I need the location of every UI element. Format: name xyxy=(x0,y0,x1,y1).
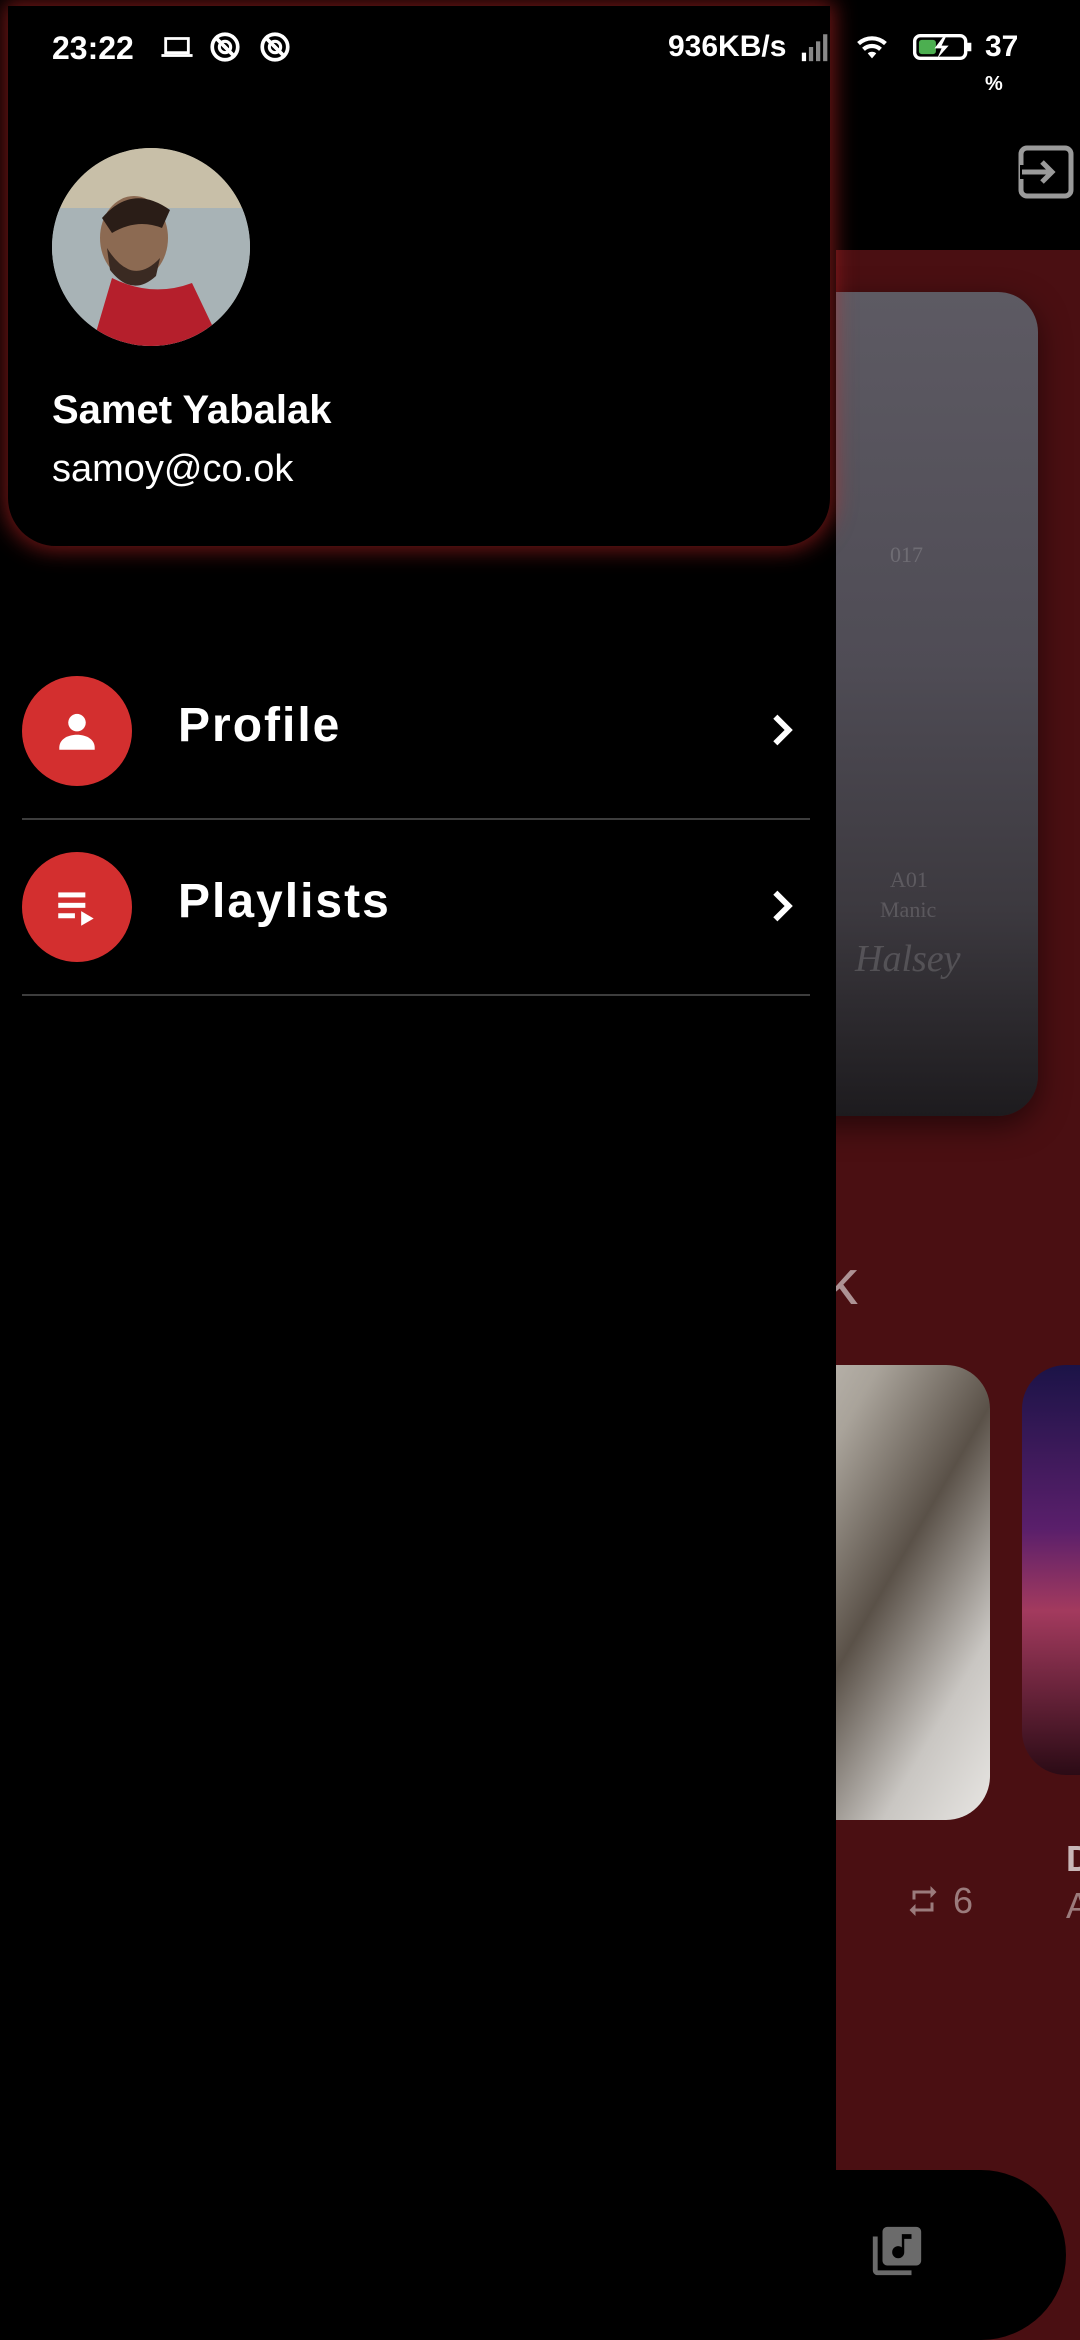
avatar-image xyxy=(52,148,250,346)
signal-icon xyxy=(801,34,828,62)
status-time: 23:22 xyxy=(52,30,134,66)
status-bar: 23:22 936KB/s 37 % xyxy=(0,0,1018,96)
song-thumbnail[interactable] xyxy=(1022,1365,1080,1775)
divider xyxy=(22,818,810,820)
divider xyxy=(22,994,810,996)
sync-disabled-icon xyxy=(210,32,240,62)
user-name: Samet Yabalak xyxy=(52,388,332,432)
menu-item-label: Profile xyxy=(178,699,342,752)
repeat-icon xyxy=(909,1886,937,1916)
playlists-icon-badge xyxy=(22,852,132,962)
menu-item-profile[interactable]: Profile xyxy=(22,676,810,852)
laptop-icon xyxy=(161,37,193,57)
network-speed: 936KB/s xyxy=(668,30,787,63)
album-text: 017 xyxy=(890,542,923,567)
song-title-peek: D xyxy=(1066,1838,1080,1879)
album-text: Manic xyxy=(880,897,937,922)
repeat-count-value: 6 xyxy=(953,1880,974,1921)
navigation-drawer: 23:22 936KB/s 37 % Samet Yabalak samoy@c… xyxy=(0,0,1018,2340)
battery-percent: 37 % xyxy=(985,30,1019,95)
person-icon xyxy=(59,713,95,750)
exit-icon[interactable] xyxy=(1018,145,1074,199)
album-text: A01 xyxy=(890,867,928,892)
playlist-play-icon xyxy=(58,892,94,926)
chevron-right-icon xyxy=(773,714,793,746)
chevron-right-icon xyxy=(773,890,793,922)
album-signature: Halsey xyxy=(855,938,961,980)
wifi-icon xyxy=(857,36,887,59)
music-library-icon[interactable] xyxy=(868,2222,926,2280)
battery-charging-icon xyxy=(912,33,972,61)
menu-item-playlists[interactable]: Playlists xyxy=(22,852,810,1028)
profile-icon-badge xyxy=(22,676,132,786)
avatar[interactable] xyxy=(52,148,250,346)
song-artist-peek: A xyxy=(1066,1885,1080,1926)
user-email: samoy@co.ok xyxy=(52,448,294,490)
repeat-count: 6 xyxy=(905,1880,973,1922)
menu-item-label: Playlists xyxy=(178,875,391,928)
sync-disabled-icon xyxy=(260,32,290,62)
